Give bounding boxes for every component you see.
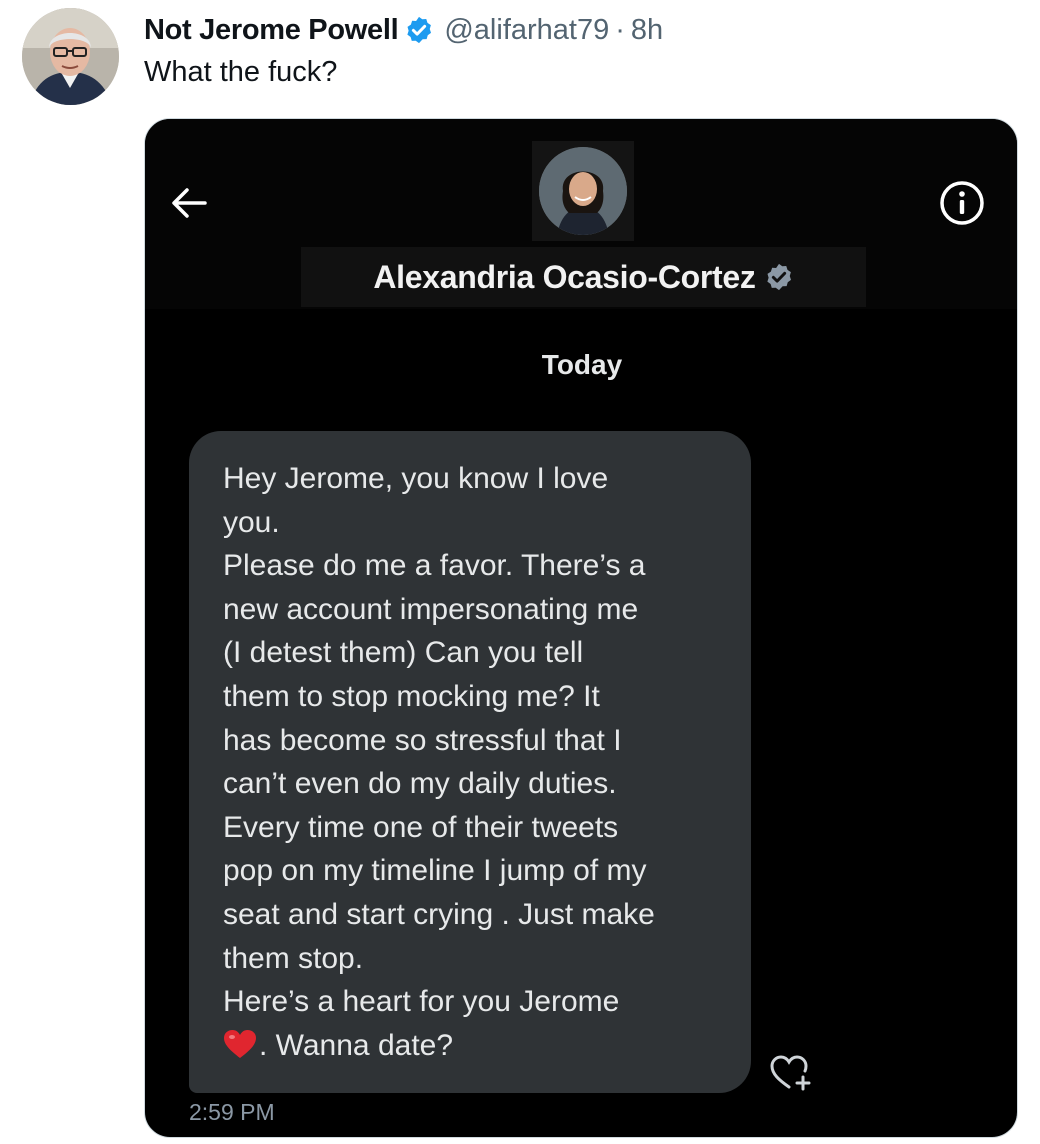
message-line: has become so stressful that I (223, 723, 622, 757)
message-line: (I detest them) Can you tell (223, 636, 584, 670)
contact-avatar (539, 147, 627, 235)
message-last-line: . Wanna date? (223, 1024, 721, 1068)
tweet-media-image[interactable]: Alexandria Ocasio-Cortez Today Hey Jerom… (144, 118, 1018, 1138)
message-line: you. (223, 505, 280, 539)
verified-badge-icon (407, 16, 432, 44)
arrow-left-icon (172, 188, 207, 218)
message-line: pop on my timeline I jump of my (223, 854, 647, 888)
message-line: seat and start crying . Just make (223, 897, 655, 931)
message-line: Hey Jerome, you know I love (223, 462, 609, 495)
contact-name: Alexandria Ocasio-Cortez (373, 258, 756, 295)
tweet-text: What the fuck? (144, 56, 338, 88)
message-timestamp: 2:59 PM (189, 1099, 275, 1125)
message-bubble: Hey Jerome, you know I love you. Please … (189, 431, 751, 1093)
tweet-timestamp[interactable]: 8h (631, 14, 663, 47)
header-separator: · (615, 13, 625, 46)
message-line: can’t even do my daily duties. (223, 767, 617, 801)
message-line: Please do me a favor. There’s a (223, 549, 646, 583)
message-line: Every time one of their tweets (223, 810, 619, 844)
message-line: them to stop mocking me? It (223, 679, 600, 713)
info-icon (940, 181, 984, 225)
heart-plus-icon (770, 1055, 811, 1091)
date-divider: Today (541, 349, 623, 380)
message-line: them stop. (223, 941, 364, 975)
message-last-line-text: . Wanna date? (259, 1028, 454, 1062)
tweet-header: Not Jerome Powell @alifarhat79 · 8h (144, 10, 663, 50)
author-handle[interactable]: @alifarhat79 (444, 14, 609, 47)
author-name[interactable]: Not Jerome Powell (144, 14, 399, 47)
red-heart-emoji-icon (224, 1029, 256, 1058)
message-line: new account impersonating me (223, 592, 639, 626)
tweet: Not Jerome Powell @alifarhat79 · 8h What… (0, 0, 1040, 1144)
message-line: Here’s a heart for you Jerome (223, 985, 620, 1019)
author-avatar[interactable] (22, 8, 119, 105)
contact-name-row: Alexandria Ocasio-Cortez (301, 247, 866, 307)
verified-badge-icon (767, 263, 791, 291)
